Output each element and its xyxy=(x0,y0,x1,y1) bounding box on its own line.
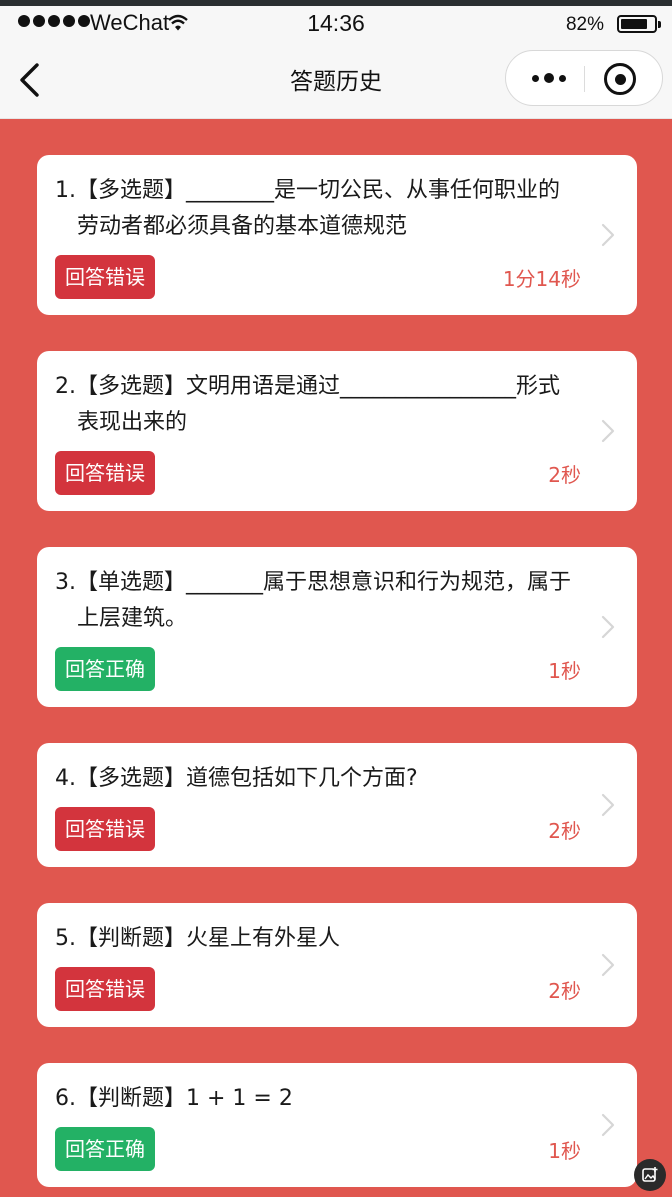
question-meta: 回答错误 2秒 xyxy=(55,967,617,1011)
question-card-4[interactable]: 4.【多选题】道德包括如下几个方面? 回答错误 2秒 xyxy=(37,743,637,867)
question-meta: 回答正确 1秒 xyxy=(55,1127,617,1171)
capsule-divider xyxy=(584,66,585,92)
battery-icon xyxy=(617,15,661,33)
result-badge: 回答正确 xyxy=(55,647,155,691)
chevron-right-icon xyxy=(601,793,615,817)
question-text: 3.【单选题】_______属于思想意识和行为规范，属于上层建筑。 xyxy=(55,570,571,631)
result-badge: 回答正确 xyxy=(55,1127,155,1171)
result-badge: 回答错误 xyxy=(55,807,155,851)
answer-duration: 1秒 xyxy=(548,1138,581,1163)
answer-duration: 2秒 xyxy=(548,818,581,843)
question-text: 5.【判断题】火星上有外星人 xyxy=(55,926,340,951)
question-card-3[interactable]: 3.【单选题】_______属于思想意识和行为规范，属于上层建筑。 回答正确 1… xyxy=(37,547,637,707)
result-badge: 回答错误 xyxy=(55,967,155,1011)
answer-duration: 1秒 xyxy=(548,658,581,683)
answer-duration: 1分14秒 xyxy=(502,266,581,291)
status-bar: WeChat 14:36 82% xyxy=(0,6,672,40)
question-card-1[interactable]: 1.【多选题】________是一切公民、从事任何职业的劳动者都必须具备的基本道… xyxy=(37,155,637,315)
question-meta: 回答正确 1秒 xyxy=(55,647,617,691)
question-text: 2.【多选题】文明用语是通过________________形式表现出来的 xyxy=(55,374,560,435)
question-card-6[interactable]: 6.【判断题】1 + 1 = 2 回答正确 1秒 xyxy=(37,1063,637,1187)
chevron-right-icon xyxy=(601,953,615,977)
question-meta: 回答错误 1分14秒 xyxy=(55,255,617,299)
question-meta: 回答错误 2秒 xyxy=(55,807,617,851)
chevron-right-icon xyxy=(601,615,615,639)
chevron-right-icon xyxy=(601,419,615,443)
image-edit-icon[interactable] xyxy=(634,1159,666,1191)
close-miniprogram-icon[interactable] xyxy=(604,63,636,95)
battery-percent: 82% xyxy=(565,14,604,35)
navigation-bar: 答题历史 xyxy=(0,40,672,119)
miniprogram-capsule xyxy=(505,50,663,106)
chevron-right-icon xyxy=(601,223,615,247)
question-card-5[interactable]: 5.【判断题】火星上有外星人 回答错误 2秒 xyxy=(37,903,637,1027)
question-card-2[interactable]: 2.【多选题】文明用语是通过________________形式表现出来的 回答… xyxy=(37,351,637,511)
question-list: 1.【多选题】________是一切公民、从事任何职业的劳动者都必须具备的基本道… xyxy=(37,155,637,1197)
question-text: 1.【多选题】________是一切公民、从事任何职业的劳动者都必须具备的基本道… xyxy=(55,178,560,239)
question-text: 6.【判断题】1 + 1 = 2 xyxy=(55,1086,293,1111)
more-dots-icon[interactable] xyxy=(524,65,574,91)
question-meta: 回答错误 2秒 xyxy=(55,451,617,495)
result-badge: 回答错误 xyxy=(55,451,155,495)
chevron-right-icon xyxy=(601,1113,615,1137)
answer-duration: 2秒 xyxy=(548,978,581,1003)
question-text: 4.【多选题】道德包括如下几个方面? xyxy=(55,766,418,791)
result-badge: 回答错误 xyxy=(55,255,155,299)
app-frame: WeChat 14:36 82% 答题历史 1.【多选题】________是一切… xyxy=(0,0,672,1197)
answer-duration: 2秒 xyxy=(548,462,581,487)
